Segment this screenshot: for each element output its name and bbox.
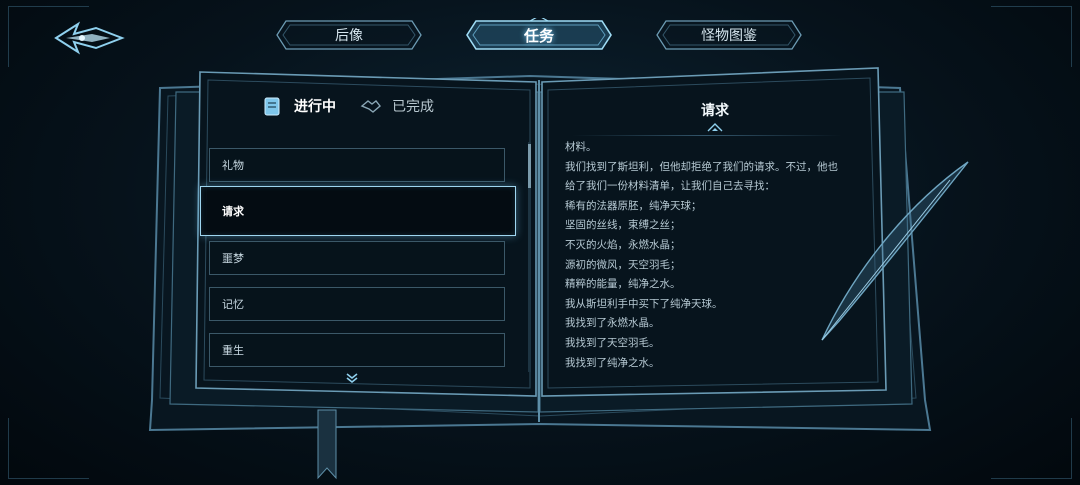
quest-list-scrollbar[interactable] bbox=[528, 142, 531, 372]
description-line: 稀有的法器原胚，纯净天球； bbox=[565, 199, 702, 212]
quest-item-label: 噩梦 bbox=[222, 252, 244, 265]
scrollbar-thumb[interactable] bbox=[528, 144, 531, 188]
description-line: 坚固的丝线，束缚之丝； bbox=[565, 219, 681, 232]
title-divider bbox=[572, 135, 842, 136]
handshake-icon bbox=[360, 100, 381, 113]
tab-label: 怪物图鉴 bbox=[701, 28, 757, 44]
completed-label: 已完成 bbox=[392, 99, 434, 115]
quest-item-request[interactable]: 请求 bbox=[200, 186, 516, 236]
quest-item-memory[interactable]: 记忆 bbox=[209, 287, 505, 321]
quest-item-nightmare[interactable]: 噩梦 bbox=[209, 241, 505, 275]
tab-label: 任务 bbox=[523, 26, 554, 45]
description-line: 我找到了永燃水晶。 bbox=[565, 317, 660, 330]
description-line: 我找到了纯净之水。 bbox=[565, 356, 660, 369]
open-book bbox=[148, 67, 969, 480]
chevron-down-icon[interactable] bbox=[345, 372, 359, 384]
description-line: 不灭的火焰，永燃水晶； bbox=[565, 238, 681, 251]
quest-item-label: 重生 bbox=[222, 344, 244, 357]
quest-item-label: 记忆 bbox=[222, 298, 244, 311]
description-line: 材料。 bbox=[565, 141, 597, 153]
quest-detail-title: 请求 bbox=[701, 103, 729, 119]
tab-label: 后像 bbox=[335, 28, 363, 44]
description-line: 精粹的能量，纯净之水。 bbox=[565, 278, 681, 291]
in-progress-label: 进行中 bbox=[294, 99, 336, 115]
description-line: 我们找到了斯坦利，但他却拒绝了我们的请求。不过，他也 bbox=[565, 160, 838, 173]
quest-item-gift[interactable]: 礼物 bbox=[209, 148, 505, 182]
in-progress-tab[interactable]: 进行中 bbox=[262, 92, 336, 120]
completed-tab[interactable]: 已完成 bbox=[360, 92, 434, 120]
quest-item-label: 请求 bbox=[222, 205, 244, 218]
description-line: 给了我们一份材料清单，让我们自己去寻找： bbox=[565, 180, 775, 193]
description-line: 我从斯坦利手中买下了纯净天球。 bbox=[565, 297, 723, 310]
quest-item-label: 礼物 bbox=[222, 159, 244, 172]
quest-description: 材料。 我们找到了斯坦利，但他却拒绝了我们的请求。不过，他也 给了我们一份材料清… bbox=[565, 138, 855, 373]
description-line: 源初的微风，天空羽毛； bbox=[565, 258, 681, 271]
ornament-icon bbox=[707, 123, 723, 132]
description-line: 我找到了天空羽毛。 bbox=[565, 336, 660, 349]
scroll-icon bbox=[264, 97, 280, 116]
quest-item-rebirth[interactable]: 重生 bbox=[209, 333, 505, 367]
